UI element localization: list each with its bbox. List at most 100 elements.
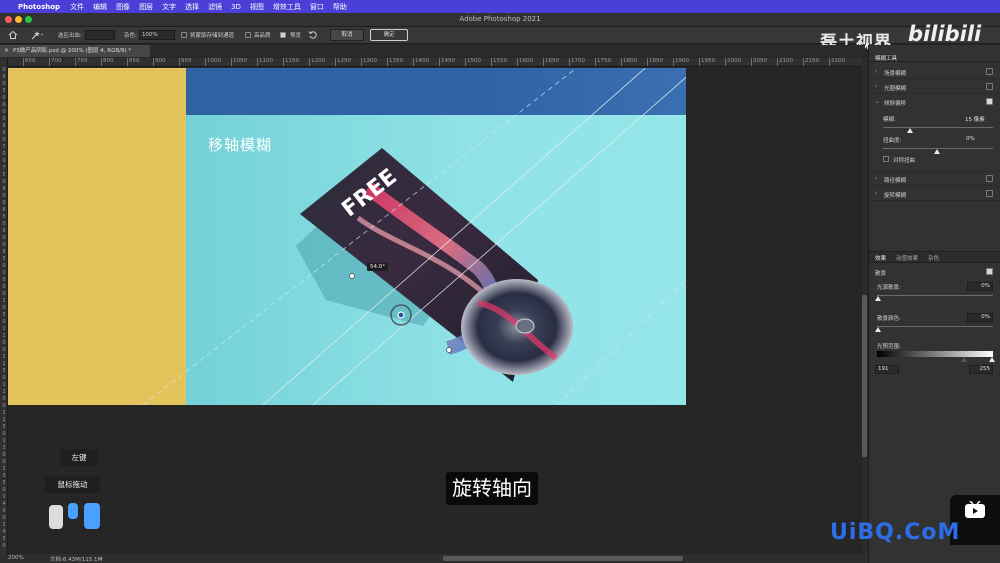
menu-plugins[interactable]: 增效工具	[273, 2, 301, 12]
light-range-low-handle[interactable]	[961, 357, 967, 362]
expand-icon[interactable]: ›	[100, 555, 102, 562]
blur-tool-icon[interactable]	[30, 30, 44, 40]
menu-3d[interactable]: 3D	[231, 3, 241, 11]
iris-blur-checkbox[interactable]	[986, 83, 993, 90]
field-blur-checkbox[interactable]	[986, 68, 993, 75]
document-tab[interactable]: × PS做产品阴影.psd @ 200% (图层 4, RGB/8) *	[0, 45, 150, 57]
noise-field[interactable]: 100%	[139, 30, 175, 40]
ruler-tick-label: 0	[2, 347, 6, 353]
preview-label: 预览	[290, 33, 302, 39]
distortion-label: 扭曲度:	[883, 138, 902, 144]
ruler-tick-label: 3	[2, 473, 6, 479]
ruler-tick-label: 0	[2, 487, 6, 493]
distortion-handle[interactable]	[934, 149, 940, 154]
ruler-tick-label: 0	[2, 200, 6, 206]
blur-row-tilt-shift[interactable]: ⌄ 倾斜偏移	[869, 95, 1000, 109]
light-range-gradient[interactable]	[877, 351, 993, 357]
menu-type[interactable]: 文字	[162, 2, 176, 12]
menu-layer[interactable]: 图层	[139, 2, 153, 12]
light-bokeh-track[interactable]	[877, 295, 993, 296]
tab-noise[interactable]: 杂色	[928, 254, 939, 262]
ruler-tick-label: 0	[2, 319, 6, 325]
ruler-tick-label: 1650	[543, 58, 559, 66]
tab-effects[interactable]: 效果	[875, 254, 886, 262]
selection-bleed-field[interactable]	[85, 30, 115, 40]
horizontal-scroll-thumb[interactable]	[443, 556, 683, 561]
blur-row-field[interactable]: › 场景模糊	[869, 65, 1000, 79]
status-bar: 200% 文档:6.43M/115.1M ›	[0, 554, 868, 563]
distortion-value[interactable]: 0%	[966, 136, 975, 142]
blur-row-iris[interactable]: › 光圈模糊	[869, 80, 1000, 94]
menu-view[interactable]: 视图	[250, 2, 264, 12]
ruler-tick-label: 0	[2, 277, 6, 283]
menu-filter[interactable]: 滤镜	[208, 2, 222, 12]
ruler-tick-label: 0	[2, 235, 6, 241]
menu-window[interactable]: 窗口	[310, 2, 324, 12]
bokeh-color-handle[interactable]	[875, 327, 881, 332]
ruler-tick-label: 0	[2, 179, 6, 185]
light-range-low-value[interactable]: 191	[875, 365, 899, 374]
iris-blur-label: 光圈模糊	[884, 86, 907, 92]
document-canvas[interactable]: FREE 移轴模糊 54.0°	[8, 68, 686, 405]
chevron-down-icon[interactable]: ⌄	[875, 98, 880, 105]
ruler-tick-label: 1	[2, 438, 6, 444]
chevron-right-icon[interactable]: ›	[875, 175, 877, 182]
blur-row-spin[interactable]: › 旋转模糊	[869, 187, 1000, 201]
ruler-tick-label: 1	[2, 466, 6, 472]
ruler-tick-label: 0	[2, 221, 6, 227]
home-icon[interactable]	[8, 30, 18, 40]
menu-select[interactable]: 选择	[185, 2, 199, 12]
ruler-tick-label: 9	[2, 249, 6, 255]
zoom-level[interactable]: 200%	[8, 555, 24, 561]
tab-motion-effects[interactable]: 动感效果	[896, 254, 918, 262]
blur-amount-track[interactable]	[883, 127, 993, 128]
document-tab-title: PS做产品阴影.psd @ 200% (图层 4, RGB/8) *	[13, 48, 132, 54]
ruler-tick-label: 1800	[621, 58, 637, 66]
path-blur-label: 路径模糊	[884, 178, 907, 184]
ruler-tick-label: 1900	[673, 58, 689, 66]
ruler-tick-label: 1950	[699, 58, 715, 66]
field-blur-label: 场景模糊	[884, 71, 907, 77]
close-tab-icon[interactable]: ×	[4, 45, 9, 57]
ruler-tick-label: 1	[2, 326, 6, 332]
light-bokeh-value[interactable]: 0%	[967, 282, 993, 291]
blur-row-path[interactable]: › 路径模糊	[869, 172, 1000, 186]
save-mask-checkbox[interactable]	[181, 32, 187, 38]
menu-file[interactable]: 文件	[70, 2, 84, 12]
bokeh-color-value[interactable]: 0%	[967, 313, 993, 322]
spin-blur-checkbox[interactable]	[986, 190, 993, 197]
menu-edit[interactable]: 编辑	[93, 2, 107, 12]
ok-button[interactable]: 确定	[370, 29, 408, 41]
path-blur-checkbox[interactable]	[986, 175, 993, 182]
ruler-tick-label: 1100	[257, 58, 273, 66]
chevron-right-icon[interactable]: ›	[875, 83, 877, 90]
high-quality-checkbox[interactable]	[245, 32, 251, 38]
ruler-tick-label: 1200	[309, 58, 325, 66]
light-bokeh-handle[interactable]	[875, 296, 881, 301]
tilt-shift-checkbox[interactable]	[986, 98, 993, 105]
menu-help[interactable]: 帮助	[333, 2, 347, 12]
ruler-tick-label: 2200	[829, 58, 845, 66]
title-bar: Adobe Photoshop 2021	[0, 13, 1000, 27]
reset-icon[interactable]	[308, 30, 318, 40]
chevron-right-icon[interactable]: ›	[875, 190, 877, 197]
bilibili-logo: bilibili	[908, 22, 982, 46]
ruler-tick-label: 0	[2, 291, 6, 297]
menu-image[interactable]: 图像	[116, 2, 130, 12]
canvas-title: 移轴模糊	[208, 136, 273, 154]
symmetric-distortion-checkbox[interactable]	[883, 156, 889, 162]
light-range-high-value[interactable]: 255	[969, 365, 993, 374]
ruler-tick-label: 1450	[439, 58, 455, 66]
ruler-tick-label: 1350	[387, 58, 403, 66]
preview-checkbox[interactable]	[280, 32, 286, 38]
light-range-high-handle[interactable]	[989, 357, 995, 362]
vertical-scroll-thumb[interactable]	[862, 295, 867, 457]
chevron-right-icon[interactable]: ›	[875, 68, 877, 75]
cancel-button[interactable]: 取消	[330, 29, 364, 41]
blur-amount-handle[interactable]	[907, 128, 913, 133]
menu-app-name[interactable]: Photoshop	[18, 3, 60, 11]
ruler-tick-label: 5	[2, 256, 6, 262]
bokeh-color-track[interactable]	[877, 326, 993, 327]
blur-amount-value[interactable]: 15 像素	[965, 115, 985, 123]
bokeh-checkbox[interactable]	[986, 268, 993, 275]
